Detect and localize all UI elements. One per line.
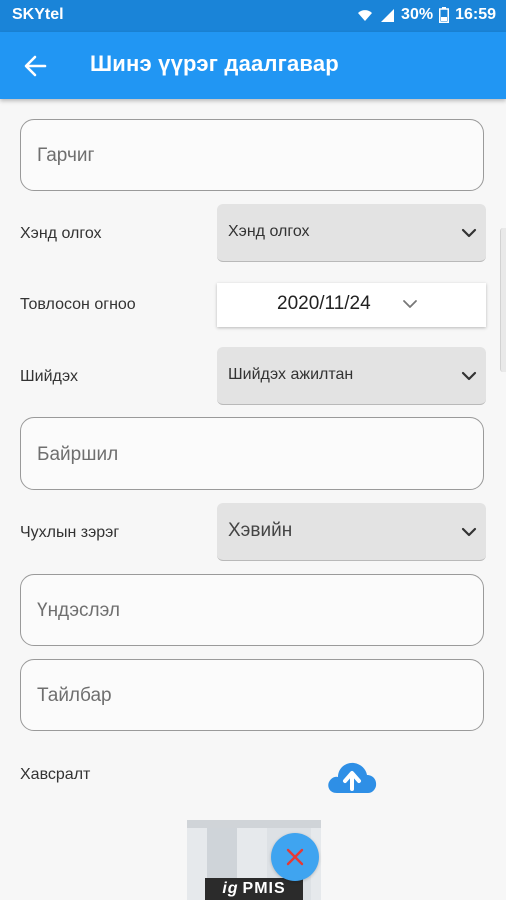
remove-attachment-button[interactable] xyxy=(271,833,319,881)
arrow-back-icon xyxy=(24,55,47,77)
status-indicators: 30% 16:59 xyxy=(357,6,496,24)
location-field[interactable] xyxy=(20,417,484,491)
assignee-value: Хэнд олгох xyxy=(228,223,310,240)
pmis-logo: ig PMIS xyxy=(205,878,303,900)
assignee-select[interactable]: Хэнд олгох xyxy=(217,204,486,262)
wifi-icon xyxy=(358,10,373,21)
signal-icon xyxy=(381,9,395,22)
chevron-down-icon xyxy=(461,527,477,537)
basis-field[interactable] xyxy=(20,574,484,647)
upload-button[interactable] xyxy=(325,755,379,799)
battery-icon xyxy=(439,7,450,23)
location-input[interactable] xyxy=(35,418,469,491)
chevron-down-icon xyxy=(461,228,477,238)
close-icon xyxy=(286,848,304,866)
cloud-upload-icon xyxy=(328,762,377,793)
resolver-select[interactable]: Шийдэх ажилтан xyxy=(217,347,486,405)
chevron-down-icon xyxy=(403,300,417,308)
app-bar: Шинэ үүрэг даалгавар xyxy=(0,32,506,99)
logo-prefix: ig xyxy=(222,880,239,897)
carrier-name: SKYtel xyxy=(12,6,64,23)
page-title: Шинэ үүрэг даалгавар xyxy=(90,51,339,76)
due-date-label: Товлосон огноо xyxy=(20,296,136,313)
description-input[interactable] xyxy=(35,660,469,732)
scrollbar[interactable] xyxy=(500,228,506,372)
thumbnail-header xyxy=(187,820,321,828)
back-button[interactable] xyxy=(18,50,52,82)
status-bar: SKYtel 30% 16:59 xyxy=(0,0,506,32)
description-field[interactable] xyxy=(20,659,484,732)
due-date-value: 2020/11/24 xyxy=(277,293,371,314)
chevron-down-icon xyxy=(461,371,477,381)
title-input[interactable] xyxy=(35,120,469,192)
resolver-value: Шийдэх ажилтан xyxy=(228,366,354,383)
battery-percent: 30% xyxy=(401,6,434,23)
logo-text: PMIS xyxy=(242,880,286,897)
priority-select[interactable]: Хэвийн xyxy=(217,503,486,561)
attachment-label: Хавсралт xyxy=(20,766,91,783)
clock-time: 16:59 xyxy=(455,6,496,23)
resolver-label: Шийдэх xyxy=(20,368,79,385)
priority-value: Хэвийн xyxy=(228,520,293,541)
assignee-label: Хэнд олгох xyxy=(20,225,102,242)
priority-label: Чухлын зэрэг xyxy=(20,524,120,541)
due-date-picker[interactable]: 2020/11/24 xyxy=(217,283,486,327)
title-field[interactable] xyxy=(20,119,484,192)
basis-input[interactable] xyxy=(35,575,469,647)
